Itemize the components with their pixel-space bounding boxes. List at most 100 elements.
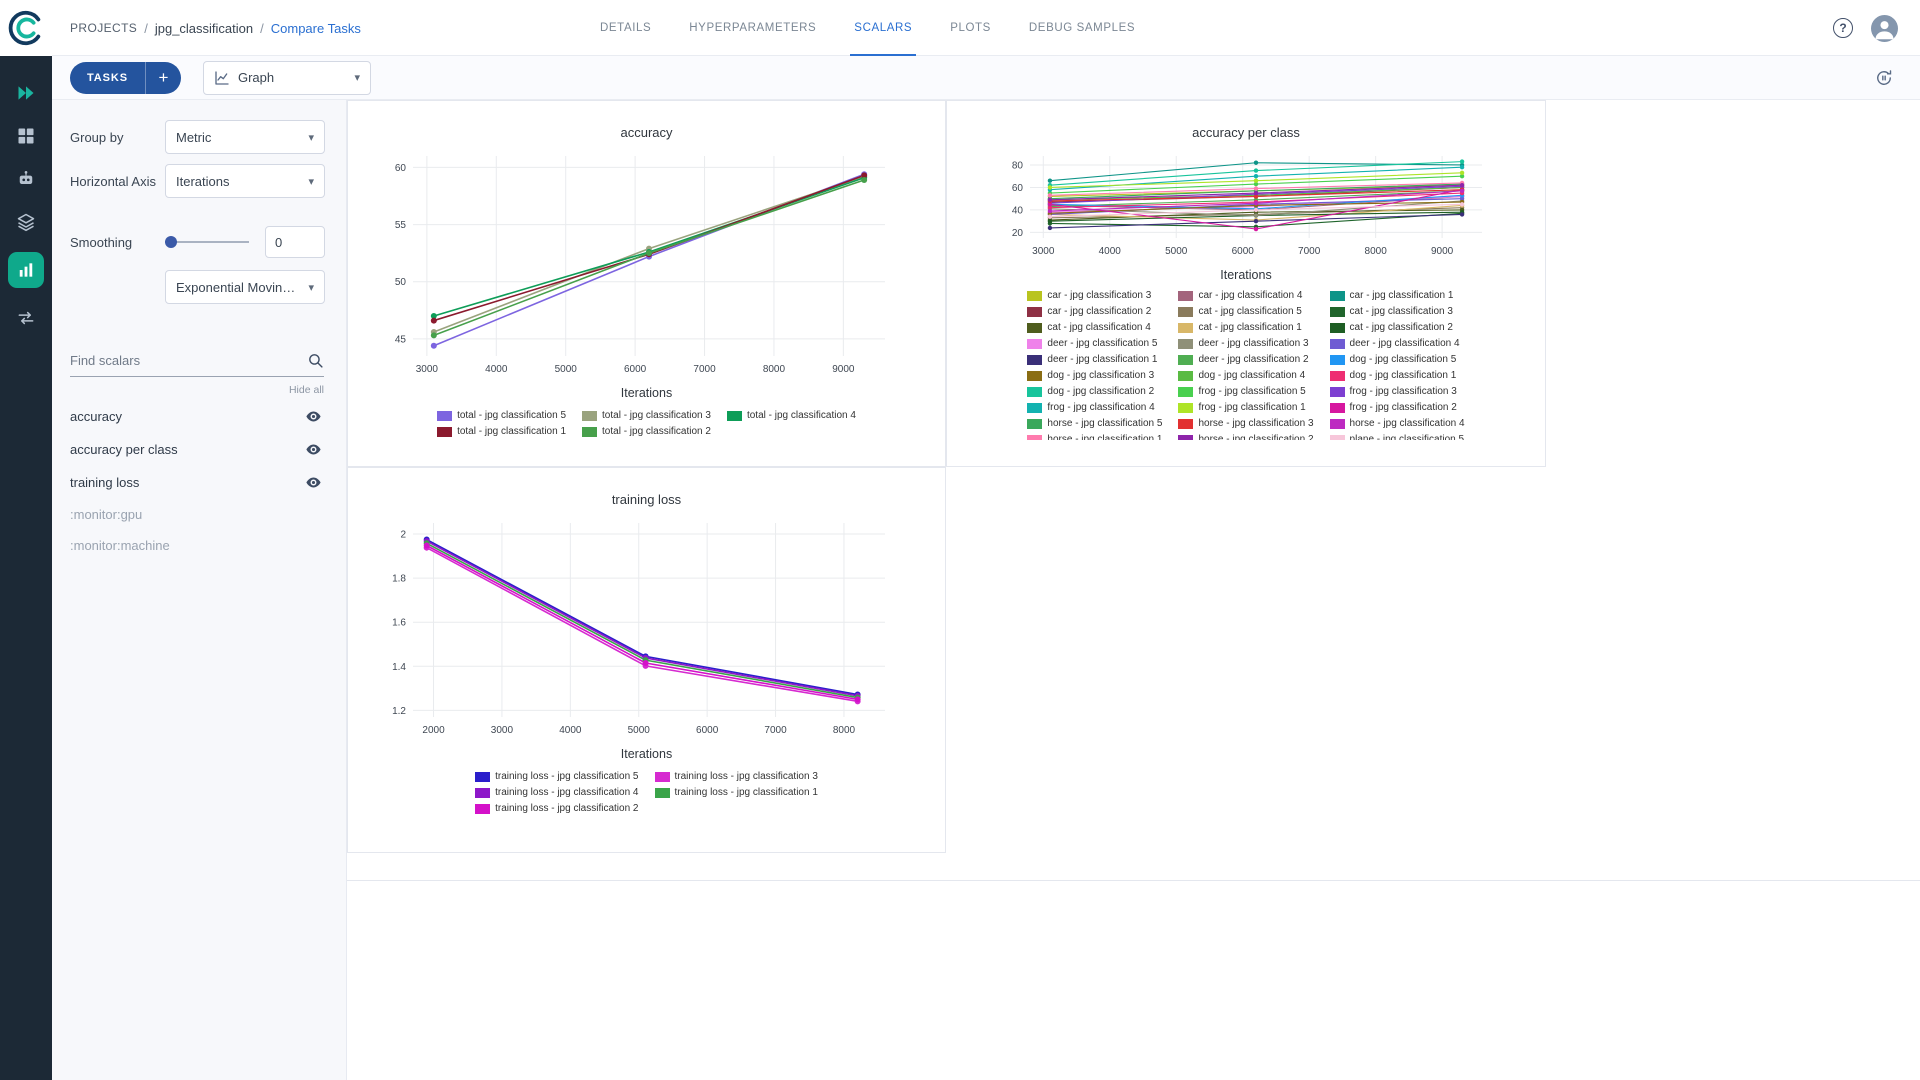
legend-item[interactable]: total - jpg classification 4	[727, 410, 856, 421]
legend-item[interactable]: frog - jpg classification 4	[1027, 402, 1162, 413]
legend-item[interactable]: frog - jpg classification 3	[1330, 386, 1465, 397]
hide-all-link[interactable]: Hide all	[52, 384, 324, 396]
svg-text:5000: 5000	[1165, 246, 1188, 257]
legend-swatch	[1330, 291, 1345, 301]
tab-details[interactable]: DETAILS	[600, 0, 651, 56]
legend-item[interactable]: car - jpg classification 3	[1027, 290, 1162, 301]
legend-item[interactable]: horse - jpg classification 3	[1178, 418, 1313, 429]
legend-item[interactable]: car - jpg classification 2	[1027, 306, 1162, 317]
legend-item[interactable]: dog - jpg classification 4	[1178, 370, 1313, 381]
auto-refresh-icon[interactable]	[1874, 68, 1894, 88]
legend-item[interactable]: deer - jpg classification 5	[1027, 338, 1162, 349]
tab-scalars[interactable]: SCALARS	[854, 0, 912, 56]
legend-item[interactable]: deer - jpg classification 4	[1330, 338, 1465, 349]
legend-item[interactable]: deer - jpg classification 3	[1178, 338, 1313, 349]
legend-item[interactable]: training loss - jpg classification 2	[475, 803, 638, 814]
dashboard-icon[interactable]	[13, 123, 39, 149]
legend-item[interactable]: frog - jpg classification 5	[1178, 386, 1313, 397]
scalar-name[interactable]: training loss	[70, 475, 139, 490]
tab-plots[interactable]: PLOTS	[950, 0, 991, 56]
slider-knob[interactable]	[165, 236, 177, 248]
legend-swatch	[1027, 435, 1042, 441]
legend-item[interactable]: horse - jpg classification 1	[1027, 434, 1162, 440]
slider-track[interactable]	[165, 241, 249, 243]
legend-item[interactable]: cat - jpg classification 2	[1330, 322, 1465, 333]
legend-item[interactable]: dog - jpg classification 1	[1330, 370, 1465, 381]
app-logo[interactable]	[0, 0, 52, 56]
legend-item[interactable]: horse - jpg classification 4	[1330, 418, 1465, 429]
svg-text:20: 20	[1012, 228, 1024, 239]
datasets-icon[interactable]	[13, 209, 39, 235]
tasks-button[interactable]: TASKS	[70, 62, 145, 94]
legend-item[interactable]: total - jpg classification 3	[582, 410, 711, 421]
view-type-select[interactable]: Graph ▾	[203, 61, 371, 95]
eye-icon[interactable]	[305, 441, 322, 458]
tab-debug-samples[interactable]: DEBUG SAMPLES	[1029, 0, 1135, 56]
group-by-value: Metric	[176, 130, 211, 145]
user-avatar-icon[interactable]	[1871, 15, 1898, 42]
legend-item[interactable]: horse - jpg classification 2	[1178, 434, 1313, 440]
training-loss-plot[interactable]: 20003000400050006000700080001.21.41.61.8…	[367, 511, 927, 747]
legend-swatch	[1027, 387, 1042, 397]
legend-item[interactable]: frog - jpg classification 1	[1178, 402, 1313, 413]
legend-item[interactable]: cat - jpg classification 1	[1178, 322, 1313, 333]
scalar-name[interactable]: :monitor:machine	[70, 538, 170, 553]
breadcrumb-projects[interactable]: PROJECTS	[70, 21, 137, 35]
accuracy-plot[interactable]: 300040005000600070008000900045505560	[367, 144, 927, 386]
legend-swatch	[1330, 419, 1345, 429]
svg-text:55: 55	[394, 220, 406, 231]
find-scalars-input[interactable]	[70, 353, 307, 368]
legend-item[interactable]: deer - jpg classification 2	[1178, 354, 1313, 365]
svg-text:4000: 4000	[1099, 246, 1122, 257]
legend-item[interactable]: total - jpg classification 1	[437, 426, 566, 437]
breadcrumb-project[interactable]: jpg_classification	[155, 21, 253, 36]
legend-label: dog - jpg classification 3	[1047, 370, 1154, 381]
legend-item[interactable]: training loss - jpg classification 1	[655, 787, 818, 798]
legend-swatch	[1178, 339, 1193, 349]
legend-item[interactable]: total - jpg classification 5	[437, 410, 566, 421]
legend-item[interactable]: dog - jpg classification 5	[1330, 354, 1465, 365]
scalar-name[interactable]: accuracy	[70, 409, 122, 424]
legend-item[interactable]: car - jpg classification 4	[1178, 290, 1313, 301]
eye-icon[interactable]	[305, 408, 322, 425]
legend-item[interactable]: frog - jpg classification 2	[1330, 402, 1465, 413]
legend-item[interactable]: total - jpg classification 2	[582, 426, 711, 437]
legend-swatch	[437, 411, 452, 421]
legend-item[interactable]: cat - jpg classification 3	[1330, 306, 1465, 317]
group-by-select[interactable]: Metric ▾	[165, 120, 325, 154]
legend-item[interactable]: dog - jpg classification 3	[1027, 370, 1162, 381]
horizontal-axis-select[interactable]: Iterations ▾	[165, 164, 325, 198]
legend-swatch	[1027, 339, 1042, 349]
agents-icon[interactable]	[13, 166, 39, 192]
accuracy-per-class-plot[interactable]: 300040005000600070008000900020406080	[976, 144, 1516, 268]
legend-item[interactable]: training loss - jpg classification 5	[475, 771, 638, 782]
help-icon[interactable]: ?	[1833, 18, 1853, 38]
add-task-button[interactable]: +	[145, 62, 181, 94]
pipelines-icon[interactable]	[13, 305, 39, 331]
legend-scroll-area[interactable]: car - jpg classification 3 car - jpg clas…	[947, 290, 1545, 440]
quick-start-icon[interactable]	[13, 80, 39, 106]
legend-item[interactable]: dog - jpg classification 2	[1027, 386, 1162, 397]
smoothing-slider[interactable]	[165, 235, 249, 249]
experiments-icon-active[interactable]	[8, 252, 44, 288]
legend-item[interactable]: car - jpg classification 1	[1330, 290, 1465, 301]
tab-hyperparameters[interactable]: HYPERPARAMETERS	[689, 0, 816, 56]
legend-item[interactable]: cat - jpg classification 5	[1178, 306, 1313, 317]
accuracy-card: accuracy 3000400050006000700080009000455…	[347, 100, 946, 467]
legend-item[interactable]: deer - jpg classification 1	[1027, 354, 1162, 365]
legend-swatch	[1178, 323, 1193, 333]
legend-swatch	[1330, 435, 1345, 441]
smoothing-type-select[interactable]: Exponential Moving Av... ▾	[165, 270, 325, 304]
legend-item[interactable]: horse - jpg classification 5	[1027, 418, 1162, 429]
legend-label: frog - jpg classification 1	[1198, 402, 1305, 413]
eye-icon[interactable]	[305, 474, 322, 491]
training-loss-card: training loss 20003000400050006000700080…	[347, 467, 946, 853]
legend-item[interactable]: plane - jpg classification 5	[1330, 434, 1465, 440]
scalar-name[interactable]: accuracy per class	[70, 442, 178, 457]
search-icon[interactable]	[307, 352, 324, 369]
smoothing-value-input[interactable]	[265, 226, 325, 258]
legend-item[interactable]: training loss - jpg classification 3	[655, 771, 818, 782]
legend-item[interactable]: cat - jpg classification 4	[1027, 322, 1162, 333]
scalar-name[interactable]: :monitor:gpu	[70, 507, 142, 522]
legend-item[interactable]: training loss - jpg classification 4	[475, 787, 638, 798]
